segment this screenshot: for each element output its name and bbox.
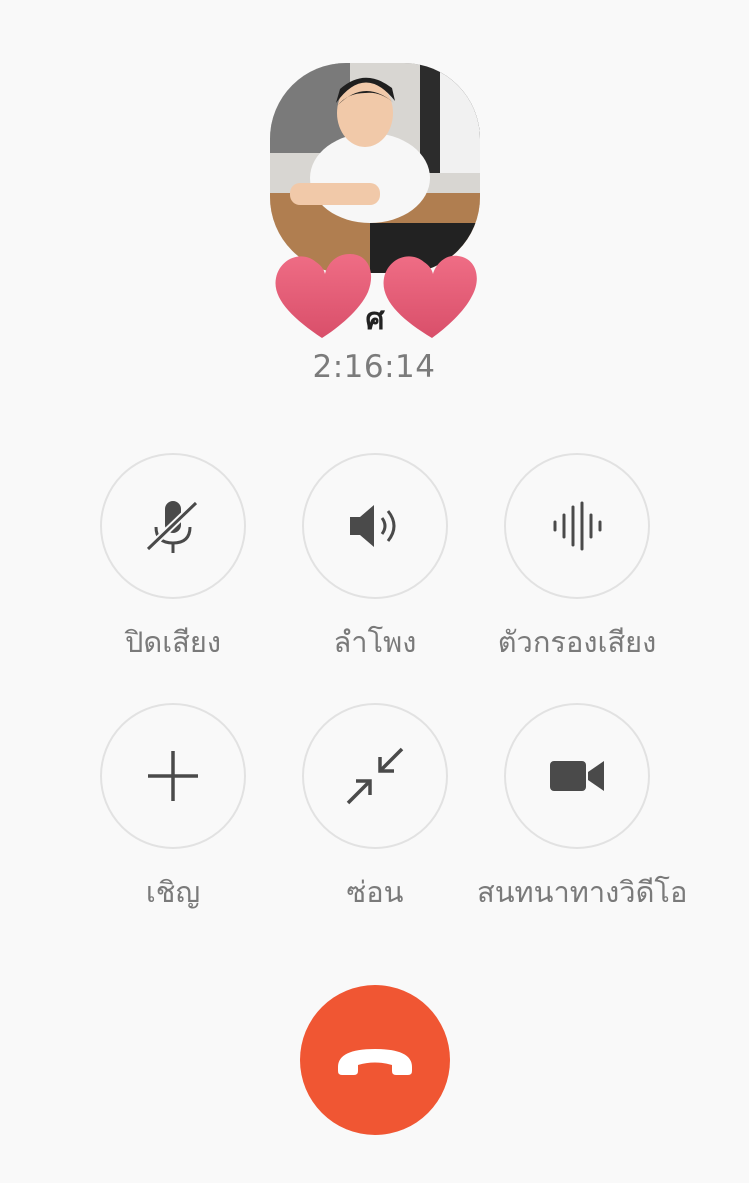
hang-up-phone-icon	[338, 1049, 412, 1075]
mute-button[interactable]: ปิดเสียง	[73, 453, 273, 665]
minimize-icon	[346, 747, 404, 805]
video-call-button-circle[interactable]	[504, 703, 650, 849]
sound-wave-icon	[553, 501, 602, 551]
video-call-button[interactable]: สนทนาทางวิดีโอ	[477, 703, 688, 915]
call-duration: 2:16:14	[312, 349, 436, 385]
invite-button[interactable]: เชิญ	[73, 703, 273, 915]
invite-label: เชิญ	[145, 875, 201, 909]
mic-off-icon	[145, 500, 199, 553]
mute-button-circle[interactable]	[100, 453, 246, 599]
video-call-label: สนทนาทางวิดีโอ	[477, 875, 688, 909]
video-camera-icon	[550, 761, 604, 791]
speaker-button-circle[interactable]	[302, 453, 448, 599]
noise-filter-button-circle[interactable]	[504, 453, 650, 599]
speaker-label: ลำโพง	[333, 625, 417, 659]
speaker-button[interactable]: ลำโพง	[275, 453, 475, 665]
speaker-icon	[350, 505, 396, 547]
plus-icon	[148, 751, 198, 801]
end-call-button[interactable]	[300, 985, 450, 1135]
heart-stickers-icon	[275, 254, 477, 338]
minimize-label: ซ่อน	[346, 875, 404, 909]
mute-label: ปิดเสียง	[124, 625, 221, 659]
minimize-button[interactable]: ซ่อน	[275, 703, 475, 915]
noise-filter-button[interactable]: ตัวกรองเสียง	[477, 453, 677, 665]
noise-filter-label: ตัวกรองเสียง	[497, 625, 657, 659]
voice-call-screen: ศ 2:16:14 ปิดเสียง ลำโพง ตัวกรองเสียง เช…	[0, 0, 749, 1183]
caller-avatar	[270, 63, 480, 273]
minimize-button-circle[interactable]	[302, 703, 448, 849]
invite-button-circle[interactable]	[100, 703, 246, 849]
